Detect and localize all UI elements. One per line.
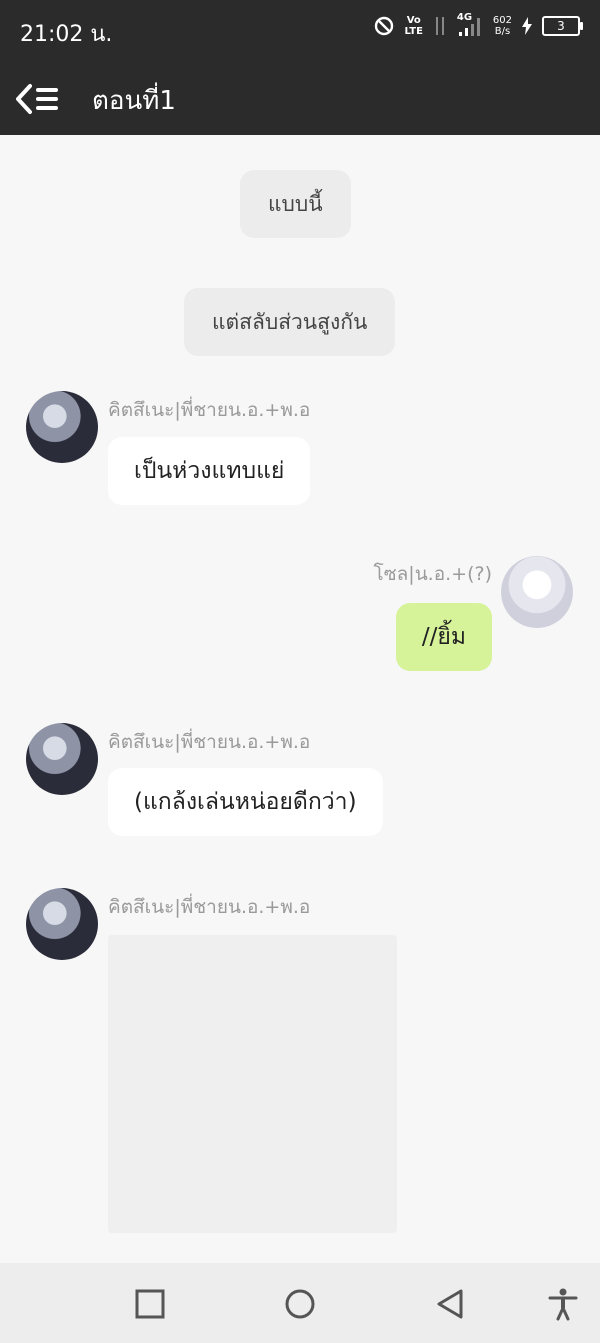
avatar[interactable] — [26, 723, 98, 795]
network-speed: 602 B/s — [493, 15, 512, 37]
sender-name: คิตสึเนะ|พี่ชายน.อ.+พ.อ — [108, 399, 311, 421]
accessibility-icon[interactable] — [546, 1287, 580, 1321]
speed-unit: B/s — [494, 26, 511, 37]
back-icon[interactable] — [433, 1287, 467, 1321]
image-message[interactable] — [108, 935, 397, 1233]
speed-value: 602 — [492, 15, 512, 26]
message-bubble[interactable]: (แกล้งเล่นหน่อยดีกว่า) — [108, 768, 383, 836]
do-not-disturb-icon — [374, 16, 393, 36]
narration-bubble: แต่สลับส่วนสูงกัน — [184, 288, 396, 356]
back-menu-button[interactable] — [14, 80, 62, 118]
sender-name: คิตสึเนะ|พี่ชายน.อ.+พ.อ — [108, 896, 311, 918]
volte-bottom: LTE — [404, 26, 423, 37]
app-bar: ตอนที่1 — [0, 62, 600, 135]
message-bubble[interactable]: //ยิ้ม — [395, 603, 492, 671]
status-time: 21:02 น. — [20, 22, 113, 47]
sender-name: คิตสึเนะ|พี่ชายน.อ.+พ.อ — [108, 731, 311, 753]
system-nav-bar — [0, 1263, 600, 1343]
chat-area[interactable]: แบบนี้ แต่สลับส่วนสูงกัน คิตสึเนะ|พี่ชาย… — [0, 135, 600, 1263]
charging-icon — [522, 17, 532, 35]
avatar[interactable] — [26, 888, 98, 960]
message-bubble[interactable]: เป็นห่วงแทบแย่ — [108, 437, 311, 505]
volte-top: Vo — [406, 15, 421, 26]
recent-apps-icon[interactable] — [133, 1287, 167, 1321]
home-icon[interactable] — [283, 1287, 317, 1321]
narration-bubble: แบบนี้ — [240, 170, 351, 238]
battery-level: 3 — [557, 19, 565, 33]
signal-icon: 4G — [457, 12, 483, 38]
page-title: ตอนที่1 — [92, 86, 176, 116]
avatar[interactable] — [501, 556, 573, 628]
back-menu-icon — [16, 84, 58, 114]
status-icons: Vo LTE 4G 602 B/s 3 — [373, 12, 583, 38]
status-bar: 21:02 น. Vo LTE 4G 602 B/s 3 — [0, 0, 600, 62]
avatar[interactable] — [26, 391, 98, 463]
volte-indicator: Vo LTE — [405, 15, 423, 37]
data-arrows-icon — [435, 17, 444, 35]
sender-name: โซล|น.อ.+(?) — [373, 563, 492, 585]
battery-icon: 3 — [542, 16, 583, 36]
